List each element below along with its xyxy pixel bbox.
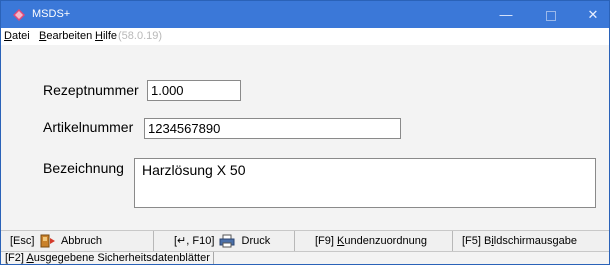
title-bar[interactable]: MSDS+ — ✕ <box>1 1 609 28</box>
rezeptnummer-field[interactable]: 1.000 <box>147 80 241 101</box>
function-toolbar: [Esc] Abbruch [↵, F10] Druck [F9] Kunden… <box>1 230 609 251</box>
status-bar: [F2] Ausgegebene Sicherheitsdatenblätter <box>1 251 609 264</box>
rezeptnummer-label: Rezeptnummer <box>43 82 139 98</box>
menu-bearbeiten-label: earbeiten <box>46 30 93 42</box>
bild-key: [F5] B <box>462 235 492 247</box>
bild-label: ldschirmausgabe <box>493 235 577 247</box>
kunden-label: undenzuordnung <box>344 235 427 247</box>
status-label: usgegebene Sicherheitsdatenblätter <box>33 252 210 264</box>
menu-bar: Datei Bearbeiten Hilfe (58.0.19) <box>1 28 609 45</box>
maximize-button[interactable] <box>534 1 568 28</box>
bezeichnung-label: Bezeichnung <box>43 160 124 176</box>
rezeptnummer-value: 1.000 <box>151 83 184 98</box>
bezeichnung-value: Harzlösung X 50 <box>142 162 246 178</box>
version-label: (58.0.19) <box>118 30 163 42</box>
bezeichnung-field[interactable]: Harzlösung X 50 <box>134 158 596 208</box>
abbruch-key: [Esc] <box>10 235 35 247</box>
druck-key: [↵, F10] <box>174 235 215 247</box>
window-title: MSDS+ <box>32 8 71 20</box>
printer-icon <box>219 234 235 248</box>
status-key: [F2] <box>5 252 27 264</box>
menu-datei-label: atei <box>11 30 30 42</box>
artikelnummer-field[interactable]: 1234567890 <box>144 118 401 139</box>
abbruch-button[interactable]: [Esc] Abbruch <box>1 231 154 251</box>
kunden-key: [F9] <box>315 235 338 247</box>
maximize-icon <box>546 10 556 21</box>
close-button[interactable]: ✕ <box>576 1 609 28</box>
menu-hilfe-label: ilfe <box>102 30 118 42</box>
menu-hilfe[interactable]: Hilfe <box>95 28 117 45</box>
bildschirmausgabe-button[interactable]: [F5] Bildschirmausgabe <box>453 231 609 251</box>
exit-door-icon <box>40 234 55 248</box>
status-hotkey: A <box>26 252 34 264</box>
artikelnummer-label: Artikelnummer <box>43 119 134 135</box>
minimize-button[interactable]: — <box>489 1 523 28</box>
kundenzuordnung-button[interactable]: [F9] Kundenzuordnung <box>295 231 453 251</box>
app-window: MSDS+ — ✕ Datei Bearbeiten Hilfe (58.0.1… <box>0 0 610 265</box>
druck-button[interactable]: [↵, F10] Druck <box>154 231 295 251</box>
ausgegebene-sdb-button[interactable]: [F2] Ausgegebene Sicherheitsdatenblätter <box>2 252 214 264</box>
menu-bearbeiten[interactable]: Bearbeiten <box>39 28 92 45</box>
menu-datei[interactable]: Datei <box>4 28 30 45</box>
menu-datei-hotkey: D <box>4 30 12 42</box>
druck-label: Druck <box>241 235 271 247</box>
artikelnummer-value: 1234567890 <box>148 121 221 136</box>
msds-app-icon <box>13 9 25 21</box>
menu-hilfe-hotkey: H <box>95 30 103 42</box>
abbruch-label: Abbruch <box>60 235 102 247</box>
